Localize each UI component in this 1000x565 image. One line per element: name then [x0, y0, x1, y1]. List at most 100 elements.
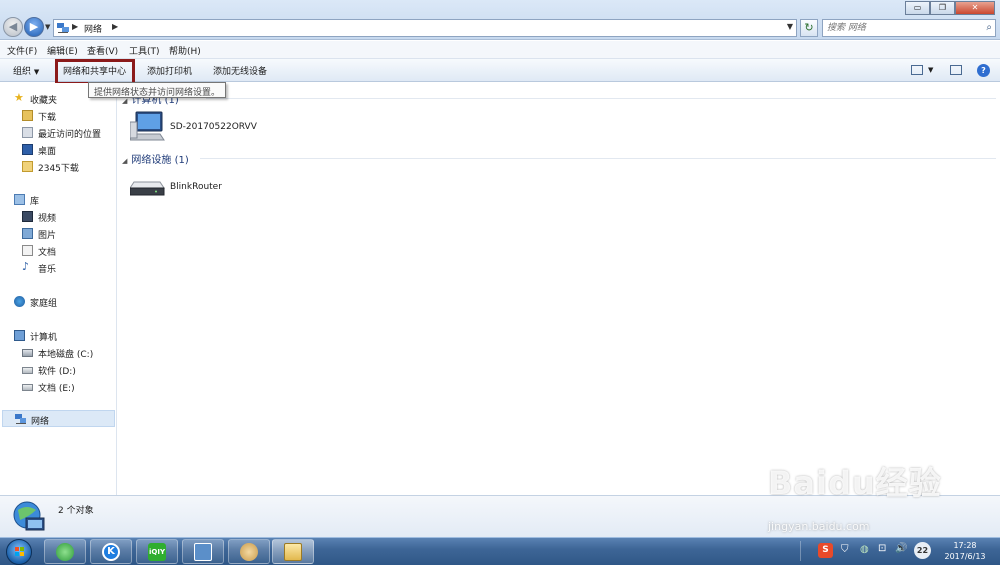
address-bar[interactable]: ▶ 网络 ▶ ▼ [53, 19, 797, 37]
sidebar-item-pictures[interactable]: 图片 [0, 225, 116, 242]
menu-edit[interactable]: 编辑(E) [47, 44, 78, 57]
recent-pages-dropdown[interactable]: ▼ [45, 23, 50, 31]
notification-badge[interactable]: 22 [914, 542, 931, 559]
hard-drive-icon [22, 384, 33, 391]
shield-icon[interactable]: ⛉ [841, 544, 849, 555]
watermark-logo: Baidu经验 [768, 464, 942, 502]
collapse-icon: ◢ [122, 157, 128, 165]
downloads-folder-icon [22, 110, 33, 121]
sidebar-item-2345-downloads[interactable]: 2345下载 [0, 158, 116, 175]
volume-icon[interactable]: 🔊 [895, 543, 907, 554]
status-item-count: 2 个对象 [58, 506, 94, 516]
sidebar-item-downloads[interactable]: 下载 [0, 107, 116, 124]
menu-file[interactable]: 文件(F) [7, 44, 37, 57]
sidebar-item-label: 网络 [31, 417, 50, 427]
taskbar-app-paint[interactable] [228, 539, 270, 564]
back-button[interactable]: ◀ [3, 17, 23, 37]
music-icon: ♪ [22, 260, 30, 273]
item-label: SD-20170522ORVV [170, 122, 257, 132]
close-button[interactable]: ✕ [955, 1, 995, 15]
navigation-pane: ★ 收藏夹 下载 最近访问的位置 桌面 2345下载 库 视频 图片 文档 ♪ … [0, 83, 117, 495]
taskbar-app-iqiyi[interactable]: iQIY [136, 539, 178, 564]
window-controls: ▭ ❐ ✕ [905, 1, 995, 15]
network-app-icon [194, 543, 212, 561]
sidebar-item-music[interactable]: ♪ 音乐 [0, 259, 116, 276]
windows-logo-icon [15, 547, 24, 556]
refresh-button[interactable]: ↻ [800, 19, 818, 37]
menu-tools[interactable]: 工具(T) [129, 44, 160, 57]
ie-icon [56, 543, 74, 561]
pictures-icon [22, 228, 33, 239]
recent-places-icon [22, 127, 33, 138]
breadcrumb-separator-icon[interactable]: ▶ [72, 22, 78, 31]
view-options-chevron-icon[interactable]: ▼ [928, 66, 933, 74]
sidebar-item-label: 下载 [38, 113, 57, 123]
sidebar-item-recent-places[interactable]: 最近访问的位置 [0, 124, 116, 141]
sidebar-item-network[interactable]: 网络 [2, 410, 115, 427]
hard-drive-icon [22, 367, 33, 374]
search-box[interactable]: ⌕ [822, 19, 996, 37]
address-dropdown-icon[interactable]: ▼ [787, 22, 793, 31]
hard-drive-icon [22, 349, 33, 357]
clock-date: 2017/6/13 [944, 552, 986, 561]
sidebar-item-documents[interactable]: 文档 [0, 242, 116, 259]
item-label: BlinkRouter [170, 182, 222, 192]
add-wireless-device-button[interactable]: 添加无线设备 [213, 64, 267, 77]
maximize-button[interactable]: ❐ [930, 1, 955, 15]
change-view-icon[interactable] [911, 65, 923, 75]
sidebar-item-drive-d[interactable]: 软件 (D:) [0, 361, 116, 378]
taskbar-app-kugou[interactable]: K [90, 539, 132, 564]
group-divider [200, 158, 996, 159]
preview-pane-icon[interactable] [950, 65, 962, 75]
sidebar-item-label: 桌面 [38, 147, 57, 157]
breadcrumb-network[interactable]: 网络 [84, 22, 102, 35]
refresh-icon: ↻ [804, 21, 814, 34]
search-input[interactable] [827, 22, 977, 34]
forward-arrow-icon: ▶ [29, 20, 39, 33]
sidebar-item-label: 图片 [38, 231, 57, 241]
group-divider [206, 98, 996, 99]
videos-icon [22, 211, 33, 222]
sidebar-item-computer[interactable]: 计算机 [0, 327, 116, 344]
sidebar-item-homegroup[interactable]: 家庭组 [0, 293, 116, 310]
sogou-ime-icon[interactable]: S [818, 543, 833, 558]
sidebar-item-label: 2345下载 [38, 164, 79, 174]
sidebar-item-desktop[interactable]: 桌面 [0, 141, 116, 158]
sidebar-item-drive-e[interactable]: 文档 (E:) [0, 378, 116, 395]
sidebar-item-label: 文档 [38, 248, 57, 258]
breadcrumb-separator-icon[interactable]: ▶ [112, 22, 118, 31]
libraries-icon [14, 194, 25, 205]
menu-view[interactable]: 查看(V) [87, 44, 118, 57]
desktop-icon [22, 144, 33, 155]
sidebar-item-label: 计算机 [30, 333, 58, 343]
minimize-button[interactable]: ▭ [905, 1, 930, 15]
organize-button[interactable]: 组织 ▼ [13, 64, 39, 77]
security-tray-icon[interactable]: ◍ [860, 544, 869, 555]
search-icon[interactable]: ⌕ [986, 22, 992, 33]
help-icon[interactable]: ? [977, 64, 990, 77]
taskbar-app-explorer[interactable] [272, 539, 314, 564]
sidebar-item-label: 视频 [38, 214, 57, 224]
network-globe-icon [13, 501, 45, 531]
group-header-network-infrastructure[interactable]: ◢ 网络设施 (1) [122, 151, 189, 166]
clock[interactable]: 17:28 2017/6/13 [935, 540, 995, 562]
sidebar-item-drive-c[interactable]: 本地磁盘 (C:) [0, 344, 116, 361]
sidebar-item-libraries[interactable]: 库 [0, 191, 116, 208]
chevron-down-icon: ▼ [33, 68, 40, 76]
add-printer-button[interactable]: 添加打印机 [147, 64, 192, 77]
folder-icon [22, 161, 33, 172]
explorer-icon [284, 543, 302, 561]
sidebar-item-videos[interactable]: 视频 [0, 208, 116, 225]
network-tray-icon[interactable]: ⊡ [878, 543, 886, 554]
taskbar-app-network[interactable] [182, 539, 224, 564]
taskbar: K iQIY S ⛉ ◍ ⊡ 🔊 22 17:28 2017/6/13 [0, 537, 1000, 565]
computer-icon [130, 111, 165, 141]
menu-bar: 文件(F) 编辑(E) 查看(V) 工具(T) 帮助(H) [0, 41, 1000, 59]
menu-help[interactable]: 帮助(H) [169, 44, 201, 57]
start-button[interactable] [6, 539, 32, 565]
group-header-label: 网络设施 (1) [131, 155, 189, 166]
forward-button[interactable]: ▶ [24, 17, 44, 37]
sidebar-item-label: 音乐 [38, 265, 57, 275]
iqiyi-icon: iQIY [148, 543, 166, 561]
taskbar-app-ie[interactable] [44, 539, 86, 564]
